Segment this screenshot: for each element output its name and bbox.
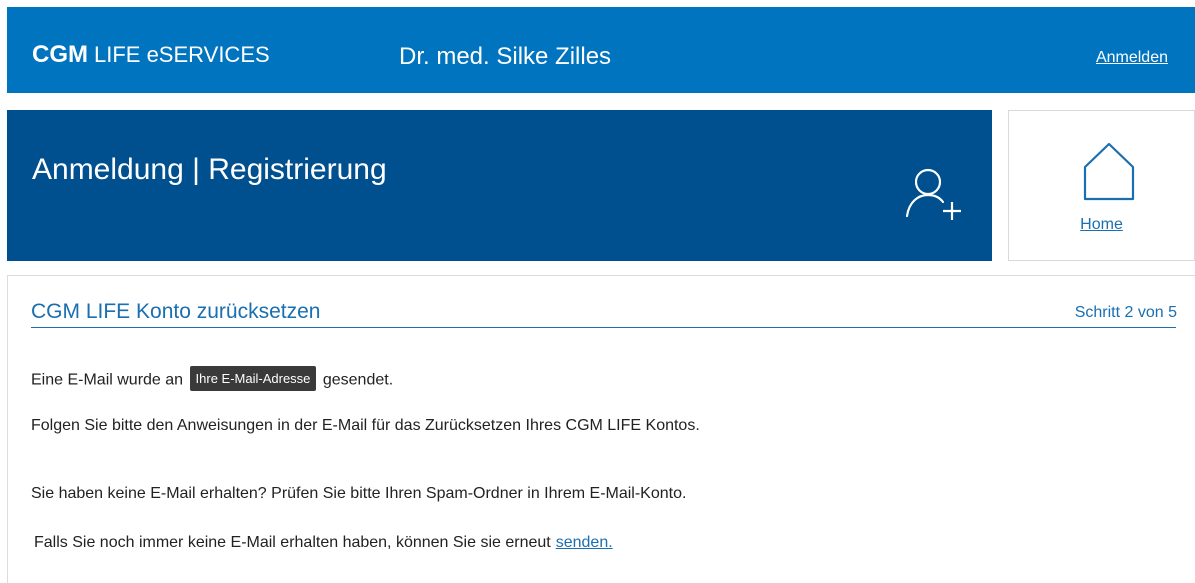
spam-hint-text: Sie haben keine E-Mail erhalten? Prüfen …: [31, 485, 687, 502]
section-divider: [31, 327, 1176, 328]
home-tile[interactable]: Home: [1008, 110, 1195, 261]
top-header-bar: CGM LIFE eSERVICES Dr. med. Silke Zilles …: [7, 7, 1195, 93]
email-address-tag: Ihre E-Mail-Adresse: [189, 366, 317, 391]
page-banner: Anmeldung | Registrierung: [7, 110, 992, 261]
brand-light-text: LIFE eSERVICES: [94, 42, 270, 67]
brand-logo: CGM LIFE eSERVICES: [32, 41, 270, 69]
page: CGM LIFE eSERVICES Dr. med. Silke Zilles …: [0, 0, 1195, 583]
instructions-text: Folgen Sie bitte den Anweisungen in der …: [31, 417, 700, 434]
content-panel: CGM LIFE Konto zurücksetzen Schritt 2 vo…: [7, 275, 1195, 583]
page-title: Anmeldung | Registrierung: [32, 153, 387, 186]
login-link[interactable]: Anmelden: [1096, 49, 1168, 67]
home-link[interactable]: Home: [1009, 216, 1194, 234]
home-icon: [1083, 142, 1135, 201]
email-sent-prefix: Eine E-Mail wurde an: [31, 371, 184, 389]
resend-line: Falls Sie noch immer keine E-Mail erhalt…: [34, 534, 613, 552]
step-indicator: Schritt 2 von 5: [1074, 304, 1177, 321]
email-sent-suffix: gesendet.: [322, 371, 394, 389]
section-title: CGM LIFE Konto zurücksetzen: [31, 300, 321, 323]
doctor-name: Dr. med. Silke Zilles: [399, 43, 612, 70]
resend-link[interactable]: senden.: [556, 534, 613, 551]
brand-strong-text: CGM: [32, 41, 88, 68]
resend-prefix: Falls Sie noch immer keine E-Mail erhalt…: [34, 534, 551, 551]
user-add-icon: [905, 168, 961, 220]
email-sent-line: Eine E-Mail wurde an Ihre E-Mail-Adresse…: [31, 366, 394, 393]
